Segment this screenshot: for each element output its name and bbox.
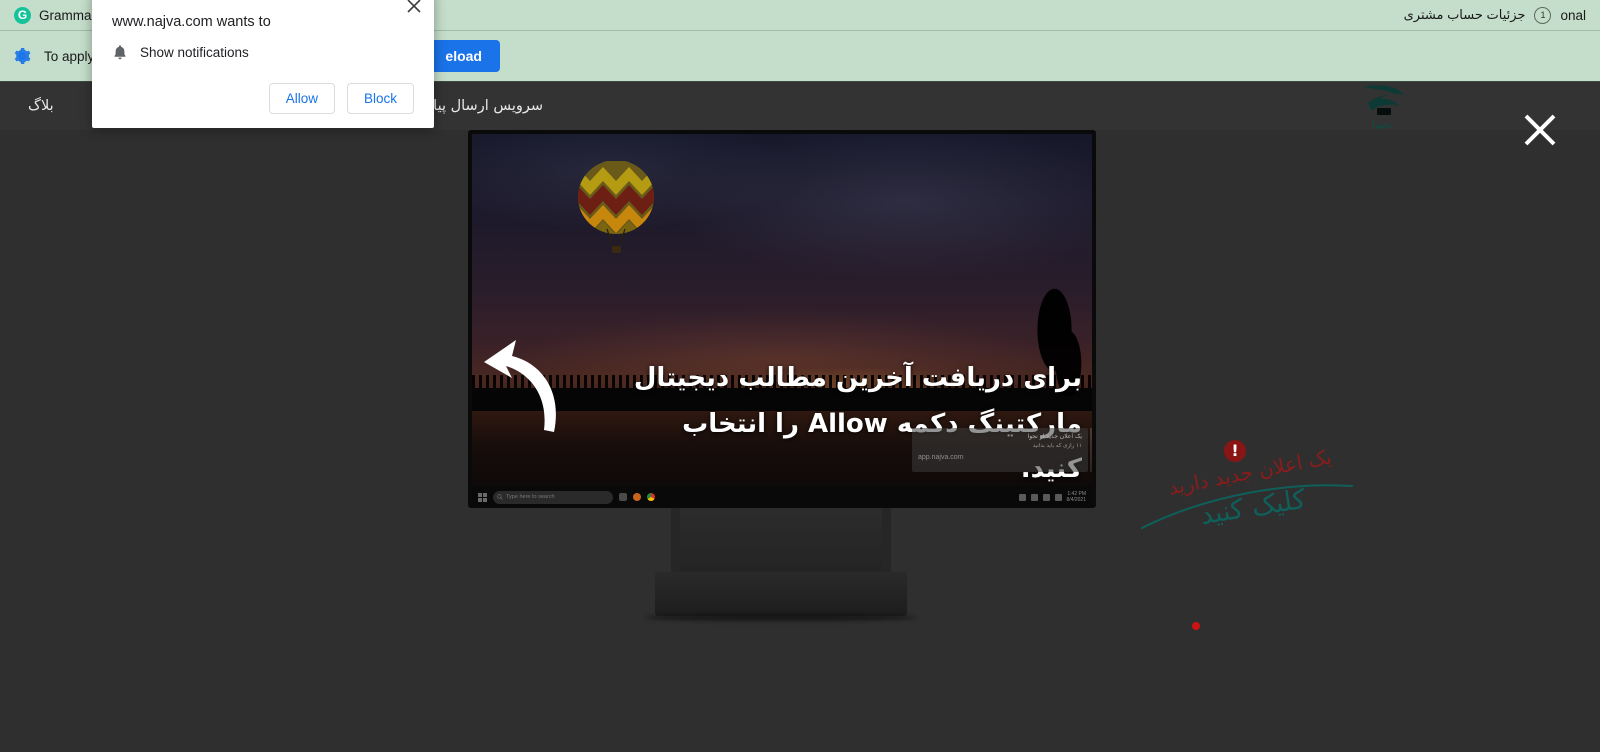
- annotation-artwork: ! یک اعلان جدید دارید کلیک کنید: [1141, 430, 1370, 560]
- monitor-stand-base: [655, 572, 907, 616]
- tray-icon[interactable]: [1030, 493, 1038, 501]
- tray-volume-icon[interactable]: [1054, 493, 1062, 501]
- notification-permission-dialog: www.najva.com wants to Show notification…: [92, 0, 434, 128]
- permission-dialog-title: www.najva.com wants to: [112, 14, 271, 30]
- najva-logo[interactable]: نجوا: [1342, 81, 1422, 130]
- exclamation-badge-icon: !: [1224, 440, 1246, 462]
- tray-network-icon[interactable]: [1042, 493, 1050, 501]
- taskbar-chrome-icon[interactable]: [647, 493, 655, 501]
- windows-start-icon[interactable]: [478, 492, 487, 502]
- hero-illustration: برای دریافت آخرین مطالب دیجیتال مارکتینگ…: [0, 130, 1600, 752]
- monitor-device: برای دریافت آخرین مطالب دیجیتال مارکتینگ…: [468, 130, 1096, 508]
- nav-link-blog[interactable]: بلاگ: [28, 98, 54, 114]
- cta-line-1: برای دریافت آخرین مطالب دیجیتال: [633, 363, 1082, 393]
- close-icon[interactable]: [1520, 110, 1560, 150]
- monitor-screen: برای دریافت آخرین مطالب دیجیتال مارکتینگ…: [472, 134, 1092, 508]
- taskbar-search-input[interactable]: Type here to search: [493, 490, 613, 504]
- curved-up-arrow-icon: [484, 340, 556, 432]
- tray-icon[interactable]: [1018, 493, 1026, 501]
- toast-thumbnail: [1090, 428, 1092, 472]
- customer-account-details-link[interactable]: جزئیات حساب مشتری: [1404, 7, 1526, 23]
- search-icon: [497, 494, 503, 500]
- toast-url: app.najva.com: [918, 454, 964, 462]
- toast-line-2: ۱۱ رازی که باید بدانید: [1032, 442, 1082, 449]
- najva-logo-wordmark: نجوا: [1372, 117, 1393, 130]
- account-count-badge: 1: [1534, 6, 1552, 24]
- close-icon[interactable]: [404, 0, 424, 16]
- permission-label: Show notifications: [140, 45, 249, 60]
- reload-button[interactable]: eload: [427, 40, 500, 72]
- red-dot-marker: [1192, 622, 1200, 630]
- grammarly-icon: G: [14, 6, 31, 24]
- extension-plan-label: onal: [1560, 7, 1586, 23]
- allow-button[interactable]: Allow: [268, 83, 335, 114]
- screen-call-to-action: برای دریافت آخرین مطالب دیجیتال مارکتینگ…: [612, 356, 1082, 493]
- najva-logo-icon: [1364, 85, 1404, 115]
- monitor-stand-neck: [671, 508, 891, 580]
- windows-taskbar: Type here to search 1:42 PM 8/4/2021: [472, 486, 1092, 508]
- taskbar-app-icon[interactable]: [619, 493, 627, 501]
- hot-air-balloon-icon: [578, 161, 654, 253]
- taskbar-clock[interactable]: 1:42 PM 8/4/2021: [1067, 491, 1086, 504]
- clock-date: 8/4/2021: [1066, 497, 1086, 503]
- page-root: برای دریافت آخرین مطالب دیجیتال مارکتینگ…: [0, 0, 1600, 752]
- bell-icon: [114, 45, 126, 60]
- taskbar-search-placeholder: Type here to search: [506, 494, 555, 500]
- block-button[interactable]: Block: [346, 83, 414, 114]
- svg-text:نجوا: نجوا: [1372, 117, 1393, 130]
- monitor-stand-shadow: [645, 614, 917, 621]
- screen-notification-toast: یک اعلان جدید از نجوا ۱۱ رازی که باید بد…: [912, 428, 1092, 472]
- taskbar-firefox-icon[interactable]: [633, 493, 641, 501]
- toast-line-1: یک اعلان جدید از نجوا: [1027, 433, 1082, 440]
- gear-icon[interactable]: [12, 46, 32, 66]
